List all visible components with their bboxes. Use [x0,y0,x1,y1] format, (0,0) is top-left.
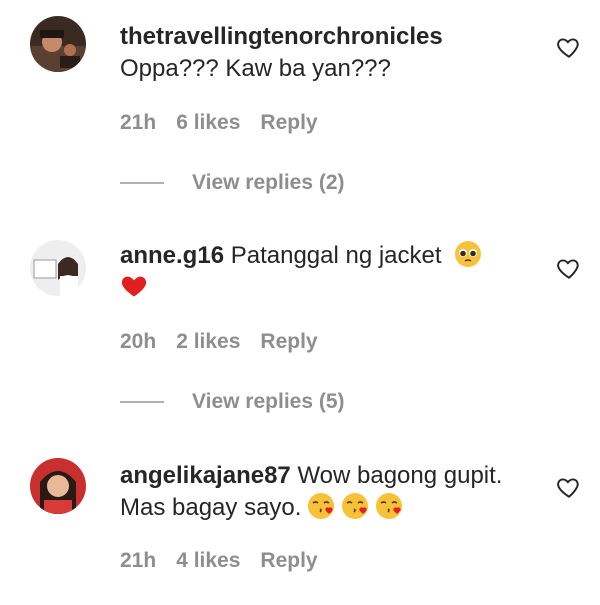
view-replies-button[interactable]: View replies (2) [120,171,345,195]
like-heart-icon[interactable] [556,255,582,281]
profile-photo-icon [30,458,86,514]
comment-body: anne.g16 Patanggal ng jacket [120,240,540,304]
like-heart-icon[interactable] [556,474,582,500]
reply-button[interactable]: Reply [260,330,317,353]
comment-time: 21h [120,111,157,134]
face-blowing-kiss-emoji-icon [341,492,369,520]
comment-likes[interactable]: 6 likes [176,111,240,134]
comment-username[interactable]: anne.g16 [120,242,224,269]
avatar[interactable] [30,458,86,514]
divider-line [120,401,164,404]
comment-text: Patanggal ng jacket [230,242,442,269]
comment-username[interactable]: thetravellingtenorchronicles [120,23,443,50]
comment-text: Oppa??? Kaw ba yan??? [120,55,391,82]
comment-meta: 21h 6 likes Reply [120,111,338,135]
reply-button[interactable]: Reply [260,549,317,572]
comment-likes[interactable]: 2 likes [176,330,240,353]
comment-time: 21h [120,549,157,572]
comment-meta: 21h 4 likes Reply [120,549,338,573]
comment-meta: 20h 2 likes Reply [120,330,338,354]
face-blowing-kiss-emoji-icon [375,492,403,520]
avatar[interactable] [30,240,86,296]
view-replies-button[interactable]: View replies (5) [120,390,345,414]
comment-time: 20h [120,330,157,353]
divider-line [120,182,164,185]
profile-photo-icon [30,16,86,72]
like-heart-icon[interactable] [556,34,582,60]
comment-username[interactable]: angelikajane87 [120,462,291,489]
comment-body: angelikajane87 Wow bagong gupit. Mas bag… [120,460,540,524]
red-heart-emoji-icon [120,272,148,300]
pleading-face-emoji-icon [454,240,482,268]
profile-photo-icon [30,240,86,296]
comment-likes[interactable]: 4 likes [176,549,240,572]
view-replies-label: View replies (5) [192,390,345,413]
face-blowing-kiss-emoji-icon [307,492,335,520]
comment-body: thetravellingtenorchronicles Oppa??? Kaw… [120,21,540,85]
reply-button[interactable]: Reply [260,111,317,134]
view-replies-label: View replies (2) [192,171,345,194]
avatar[interactable] [30,16,86,72]
